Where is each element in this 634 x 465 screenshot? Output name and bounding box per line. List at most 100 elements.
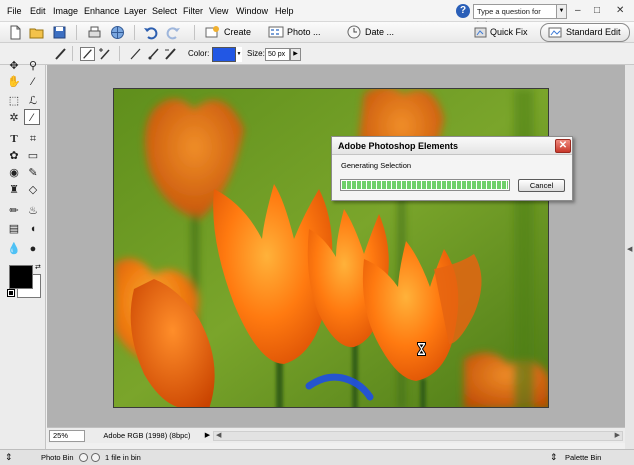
separator: [119, 46, 120, 61]
cookie-cutter-tool-icon[interactable]: ✿: [6, 148, 22, 164]
selection-brush-icon[interactable]: [53, 47, 68, 61]
photo-browser-button[interactable]: Photo ...: [268, 24, 321, 41]
shortcuts-bar: Create Photo ... Date ... Quick Fix Stan…: [0, 22, 634, 43]
separator: [134, 25, 135, 40]
maximize-button[interactable]: □: [594, 4, 600, 18]
toolbox: ✥ ⚲ ✋ ⁄ ⬚ ℒ ✲ ⁄ T ⌗ ✿ ▭ ◉ ✎ ♜ ◇ ✏ ♨ ▤ ◖ …: [0, 60, 46, 450]
menu-window[interactable]: Window: [236, 0, 268, 22]
progress-dialog: Adobe Photoshop Elements ✕ Generating Se…: [331, 136, 573, 201]
cancel-button[interactable]: Cancel: [518, 179, 565, 192]
photo-bin-label[interactable]: Photo Bin: [41, 450, 74, 465]
brush-small-icon[interactable]: [128, 47, 143, 61]
swap-colors-icon[interactable]: ⇄: [35, 263, 41, 271]
zoom-tool-icon[interactable]: ⚲: [25, 58, 41, 74]
menu-select[interactable]: Select: [152, 0, 177, 22]
size-slider-arrow-icon[interactable]: ▶: [290, 48, 301, 61]
undo-icon[interactable]: [143, 25, 158, 40]
clone-stamp-tool-icon[interactable]: ♜: [6, 182, 22, 198]
separator: [76, 25, 77, 40]
photo-browser-label: Photo ...: [287, 27, 321, 37]
menu-enhance[interactable]: Enhance: [84, 0, 120, 22]
crop-tool-icon[interactable]: ⌗: [25, 131, 41, 147]
right-panel-scroll[interactable]: ◀: [625, 65, 634, 450]
scroll-right-icon[interactable]: ▶: [615, 431, 620, 439]
palette-bin-toggle-icon[interactable]: ⇕: [550, 450, 558, 465]
progress-bar: [340, 179, 510, 191]
create-button[interactable]: Create: [205, 24, 251, 41]
date-view-button[interactable]: Date ...: [346, 24, 394, 41]
help-question-icon[interactable]: ?: [456, 4, 470, 18]
magic-wand-tool-icon[interactable]: ✲: [6, 110, 22, 126]
new-file-icon[interactable]: [8, 25, 23, 40]
save-icon[interactable]: [52, 25, 67, 40]
brush-medium-icon[interactable]: [146, 47, 161, 61]
open-folder-icon[interactable]: [29, 25, 44, 40]
move-tool-icon[interactable]: ✥: [6, 58, 22, 74]
horizontal-scrollbar[interactable]: ◀ ▶: [213, 431, 623, 441]
menu-image[interactable]: Image: [53, 0, 78, 22]
photo-browser-icon: [268, 26, 284, 38]
shape-tool-icon[interactable]: ◖: [25, 221, 41, 237]
bin-back-icon[interactable]: [79, 453, 88, 462]
type-tool-icon[interactable]: T: [6, 131, 22, 147]
help-search-input[interactable]: Type a question for help: [473, 4, 557, 29]
gradient-tool-icon[interactable]: ▤: [6, 221, 22, 237]
lasso-tool-icon[interactable]: ℒ: [25, 93, 41, 109]
scroll-left-icon[interactable]: ◀: [216, 431, 221, 439]
menu-edit[interactable]: Edit: [30, 0, 46, 22]
sponge-tool-icon[interactable]: ●: [25, 241, 41, 257]
menu-file[interactable]: File: [7, 0, 22, 22]
quick-fix-button[interactable]: Quick Fix: [472, 23, 532, 42]
brush-large-icon[interactable]: [163, 47, 178, 61]
chevron-down-icon[interactable]: ▼: [235, 47, 242, 62]
status-menu-arrow-icon[interactable]: ▶: [203, 430, 212, 442]
new-selection-icon[interactable]: [80, 47, 95, 61]
close-window-button[interactable]: ✕: [616, 4, 624, 18]
separator: [194, 25, 195, 40]
standard-edit-button[interactable]: Standard Edit: [540, 23, 630, 42]
paint-bucket-tool-icon[interactable]: ♨: [25, 203, 41, 219]
progress-bar-fill: [342, 181, 508, 189]
foreground-color-swatch[interactable]: [9, 265, 33, 289]
close-icon[interactable]: ✕: [555, 139, 571, 153]
minimize-button[interactable]: –: [575, 4, 581, 18]
print-icon[interactable]: [87, 25, 102, 40]
bin-forward-icon[interactable]: [91, 453, 100, 462]
color-label: Color:: [188, 49, 210, 58]
file-count-label: 1 file in bin: [105, 453, 141, 462]
marquee-tool-icon[interactable]: ⬚: [6, 93, 22, 109]
zoom-input[interactable]: 25%: [49, 430, 85, 442]
quick-fix-icon: [474, 27, 487, 38]
photo-bin-toggle-icon[interactable]: ⇕: [5, 450, 13, 465]
chevron-down-icon[interactable]: ▼: [557, 4, 567, 19]
separator: [72, 46, 73, 61]
menu-view[interactable]: View: [209, 0, 228, 22]
straighten-tool-icon[interactable]: ▭: [25, 148, 41, 164]
palette-bin-label[interactable]: Palette Bin: [565, 450, 601, 465]
default-colors-icon[interactable]: [7, 289, 15, 297]
date-view-icon: [347, 25, 361, 39]
selection-brush-tool-icon[interactable]: ⁄: [24, 109, 40, 125]
eyedropper-tool-icon[interactable]: ⁄: [25, 74, 41, 90]
create-label: Create: [224, 27, 252, 37]
hand-tool-icon[interactable]: ✋: [6, 74, 22, 90]
redo-icon[interactable]: [166, 25, 181, 40]
color-profile-readout: Adobe RGB (1998) (8bpc): [103, 431, 191, 440]
quick-fix-label: Quick Fix: [490, 27, 528, 37]
menu-help[interactable]: Help: [275, 0, 294, 22]
bottom-bar: ⇕ Photo Bin 1 file in bin ⇕ Palette Bin: [0, 449, 634, 465]
add-to-selection-icon[interactable]: [97, 47, 112, 61]
brush-tool-icon[interactable]: ✏: [6, 203, 22, 219]
menu-filter[interactable]: Filter: [183, 0, 203, 22]
chevron-left-icon[interactable]: ◀: [627, 245, 632, 253]
healing-brush-tool-icon[interactable]: ✎: [25, 165, 41, 181]
menu-bar: File Edit Image Enhance Layer Select Fil…: [0, 0, 634, 29]
size-input[interactable]: 50 px: [265, 48, 290, 61]
eraser-tool-icon[interactable]: ◇: [25, 182, 41, 198]
blur-tool-icon[interactable]: 💧: [6, 241, 22, 257]
dialog-title: Adobe Photoshop Elements: [332, 137, 572, 155]
menu-layer[interactable]: Layer: [124, 0, 147, 22]
red-eye-tool-icon[interactable]: ◉: [6, 165, 22, 181]
online-services-icon[interactable]: [110, 25, 125, 40]
size-label: Size:: [247, 49, 265, 58]
